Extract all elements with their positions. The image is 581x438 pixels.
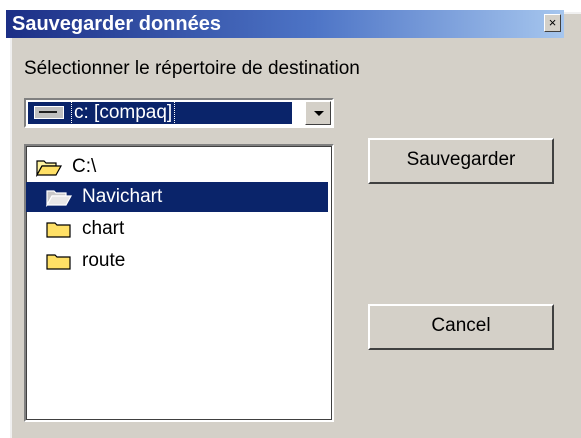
folder-icon	[46, 222, 71, 238]
drive-dropdown[interactable]: c: [compaq]	[24, 98, 334, 128]
drive-selected-value[interactable]: c: [compaq]	[28, 101, 292, 125]
cancel-button[interactable]: Cancel	[368, 304, 554, 350]
destination-prompt-label: Sélectionner le répertoire de destinatio…	[24, 58, 360, 79]
drive-label: c: [compaq]	[70, 101, 176, 125]
drive-icon	[34, 106, 64, 119]
close-button[interactable]: ×	[544, 14, 561, 32]
window-title: Sauvegarder données	[12, 13, 221, 35]
folder-item-navichart[interactable]: Navichart	[26, 182, 328, 212]
dropdown-arrow-button[interactable]	[305, 101, 331, 125]
open-folder-icon	[36, 160, 62, 177]
folder-item-chart[interactable]: chart	[26, 214, 328, 244]
open-folder-icon	[46, 190, 72, 207]
close-icon: ×	[548, 15, 557, 30]
folder-tree-list[interactable]: C:\ Navichart chart route	[24, 144, 334, 422]
folder-item-root[interactable]: C:\	[26, 152, 328, 182]
folder-label: Navichart	[82, 186, 163, 207]
folder-label: route	[82, 250, 126, 271]
folder-item-route[interactable]: route	[26, 246, 328, 276]
folder-label: chart	[82, 218, 125, 239]
title-bar[interactable]: Sauvegarder données ×	[6, 10, 564, 38]
folder-icon	[46, 254, 71, 270]
folder-label: C:\	[72, 156, 97, 177]
save-button[interactable]: Sauvegarder	[368, 138, 554, 184]
